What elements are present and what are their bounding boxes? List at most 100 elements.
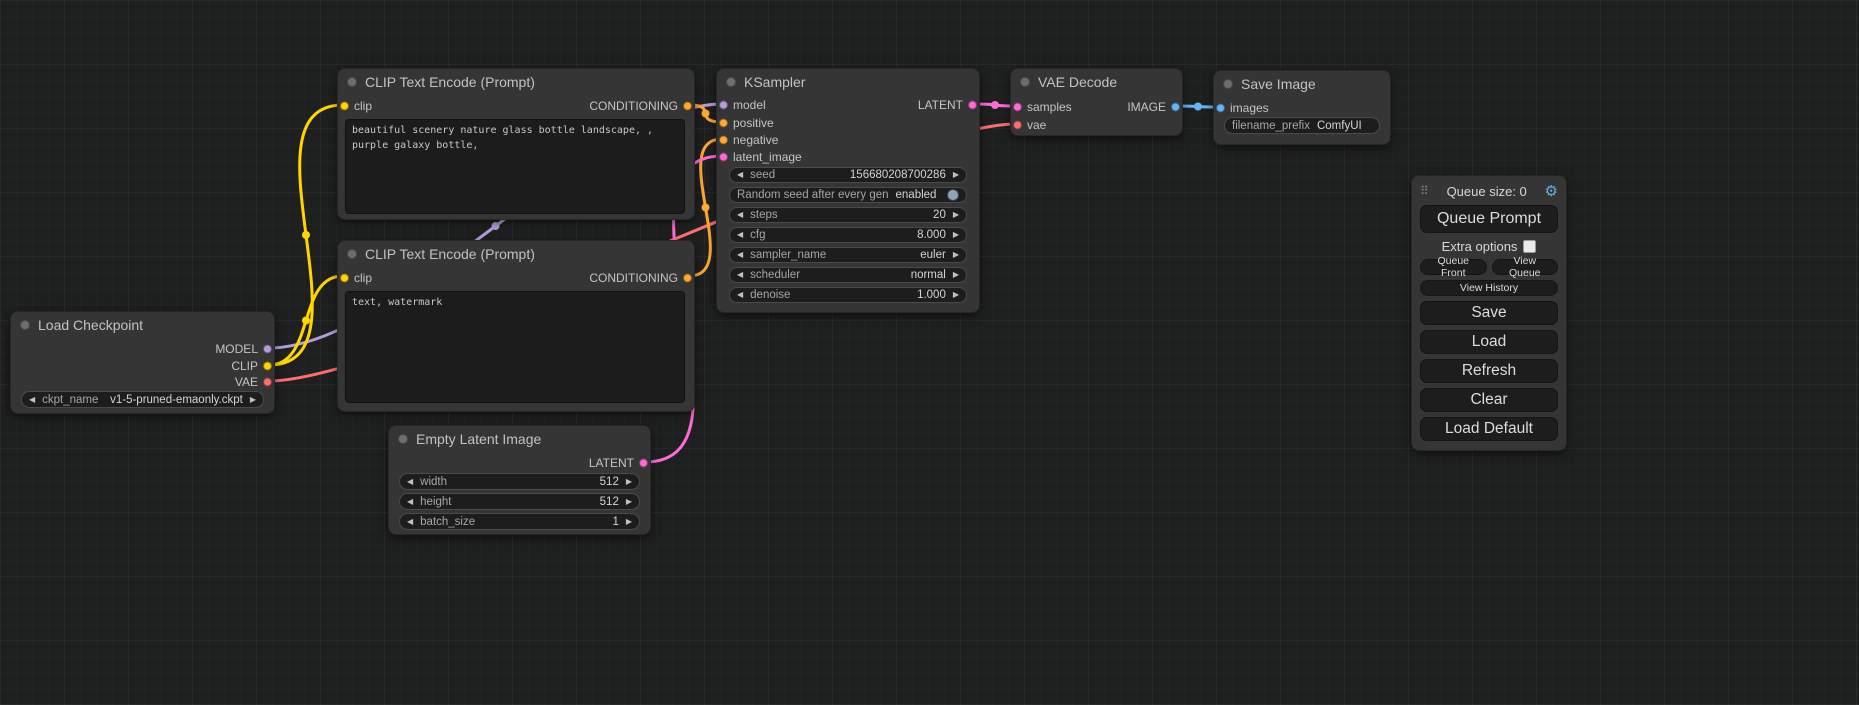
port-dot-vae[interactable] [1013,121,1022,130]
save-button[interactable]: Save [1420,301,1558,325]
input-port-images[interactable]: images [1214,100,1269,116]
collapse-toggle-icon[interactable] [1223,79,1233,89]
increment-arrow-icon[interactable]: ▶ [250,396,256,404]
link-midpoint-positive-conditioning-to-ksampler[interactable] [702,110,710,118]
port-dot-latent[interactable] [719,153,728,162]
collapse-toggle-icon[interactable] [347,77,357,87]
prompt-text-area[interactable]: beautiful scenery nature glass bottle la… [345,119,685,214]
queue-front-button[interactable]: Queue Front [1420,259,1487,275]
load-button[interactable]: Load [1420,330,1558,354]
input-port-latent-image[interactable]: latent_image [717,149,802,165]
link-midpoint-clip-to-negative-encode[interactable] [302,317,310,325]
port-dot-model[interactable] [263,345,272,354]
port-dot-clip[interactable] [340,274,349,283]
node-title-bar[interactable]: VAE Decode [1011,69,1182,95]
output-port-latent[interactable]: LATENT [918,97,979,113]
widget-denoise[interactable]: ◀ denoise 1.000 ▶ [729,287,967,303]
port-dot-model[interactable] [719,101,728,110]
collapse-toggle-icon[interactable] [20,320,30,330]
refresh-button[interactable]: Refresh [1420,359,1558,383]
output-port-latent[interactable]: LATENT [589,455,650,471]
widget-width[interactable]: ◀ width 512 ▶ [399,473,640,490]
node-clip-text-encode-negative[interactable]: CLIP Text Encode (Prompt) clip CONDITION… [337,240,695,412]
node-title-bar[interactable]: KSampler [717,69,979,95]
decrement-arrow-icon[interactable]: ◀ [737,171,743,179]
output-port-clip[interactable]: CLIP [231,358,274,374]
port-dot-clip[interactable] [340,102,349,111]
view-queue-button[interactable]: View Queue [1492,259,1559,275]
decrement-arrow-icon[interactable]: ◀ [737,251,743,259]
collapse-toggle-icon[interactable] [398,434,408,444]
widget-scheduler[interactable]: ◀ scheduler normal ▶ [729,267,967,283]
increment-arrow-icon[interactable]: ▶ [626,478,632,486]
increment-arrow-icon[interactable]: ▶ [953,251,959,259]
input-port-samples[interactable]: samples [1011,99,1072,115]
output-port-vae[interactable]: VAE [235,374,274,390]
node-title-bar[interactable]: CLIP Text Encode (Prompt) [338,241,694,267]
collapse-toggle-icon[interactable] [726,77,736,87]
decrement-arrow-icon[interactable]: ◀ [737,231,743,239]
clear-button[interactable]: Clear [1420,388,1558,412]
widget-filename-prefix[interactable]: filename_prefix ComfyUI [1224,117,1380,134]
node-load-checkpoint[interactable]: Load Checkpoint MODEL CLIP VAE ◀ ckpt_na… [10,311,275,414]
port-dot-conditioning[interactable] [683,102,692,111]
decrement-arrow-icon[interactable]: ◀ [407,498,413,506]
widget-random-seed-toggle[interactable]: Random seed after every gen enabled [729,187,967,203]
increment-arrow-icon[interactable]: ▶ [626,518,632,526]
graph-canvas[interactable]: Load Checkpoint MODEL CLIP VAE ◀ ckpt_na… [0,0,1859,705]
increment-arrow-icon[interactable]: ▶ [953,271,959,279]
link-midpoint-ksampler-latent-to-vae-decode[interactable] [991,101,999,109]
decrement-arrow-icon[interactable]: ◀ [737,211,743,219]
port-dot-conditioning[interactable] [683,274,692,283]
port-dot-conditioning[interactable] [719,119,728,128]
node-title-bar[interactable]: Empty Latent Image [389,426,650,452]
decrement-arrow-icon[interactable]: ◀ [29,396,35,404]
input-port-vae[interactable]: vae [1011,117,1046,133]
node-clip-text-encode-positive[interactable]: CLIP Text Encode (Prompt) clip CONDITION… [337,68,695,220]
increment-arrow-icon[interactable]: ▶ [953,291,959,299]
output-port-image[interactable]: IMAGE [1127,99,1182,115]
node-title-bar[interactable]: CLIP Text Encode (Prompt) [338,69,694,95]
extra-options-checkbox[interactable] [1523,240,1536,253]
link-midpoint-negative-conditioning-to-ksampler[interactable] [702,204,710,212]
link-midpoint-model-to-ksampler[interactable] [492,222,500,230]
link-midpoint-image-to-save-image[interactable] [1194,103,1202,111]
port-dot-image[interactable] [1216,104,1225,113]
port-dot-conditioning[interactable] [719,136,728,145]
input-port-clip[interactable]: clip [338,270,372,286]
port-dot-latent[interactable] [639,459,648,468]
node-ksampler[interactable]: KSampler model LATENT positive negative … [716,68,980,313]
decrement-arrow-icon[interactable]: ◀ [737,271,743,279]
node-title-bar[interactable]: Save Image [1214,71,1390,97]
widget-cfg[interactable]: ◀ cfg 8.000 ▶ [729,227,967,243]
port-dot-image[interactable] [1171,103,1180,112]
port-dot-latent[interactable] [1013,103,1022,112]
decrement-arrow-icon[interactable]: ◀ [407,518,413,526]
prompt-text-area[interactable]: text, watermark [345,291,685,403]
increment-arrow-icon[interactable]: ▶ [953,231,959,239]
decrement-arrow-icon[interactable]: ◀ [737,291,743,299]
node-empty-latent-image[interactable]: Empty Latent Image LATENT ◀ width 512 ▶ … [388,425,651,535]
node-title-bar[interactable]: Load Checkpoint [11,312,274,338]
increment-arrow-icon[interactable]: ▶ [953,211,959,219]
view-history-button[interactable]: View History [1420,280,1558,296]
widget-height[interactable]: ◀ height 512 ▶ [399,493,640,510]
node-vae-decode[interactable]: VAE Decode samples IMAGE vae [1010,68,1183,136]
port-dot-clip[interactable] [263,362,272,371]
widget-steps[interactable]: ◀ steps 20 ▶ [729,207,967,223]
widget-seed[interactable]: ◀ seed 156680208700286 ▶ [729,167,967,183]
widget-ckpt-name[interactable]: ◀ ckpt_name v1-5-pruned-emaonly.ckpt ▶ [21,391,264,408]
input-port-positive[interactable]: positive [717,115,774,131]
queue-prompt-button[interactable]: Queue Prompt [1420,205,1558,233]
output-port-model[interactable]: MODEL [215,341,274,357]
decrement-arrow-icon[interactable]: ◀ [407,478,413,486]
port-dot-vae[interactable] [263,378,272,387]
collapse-toggle-icon[interactable] [1020,77,1030,87]
input-port-negative[interactable]: negative [717,132,778,148]
link-midpoint-clip-to-positive-encode[interactable] [302,231,310,239]
toggle-knob-icon[interactable] [947,189,959,201]
input-port-model[interactable]: model [717,97,766,113]
widget-batch-size[interactable]: ◀ batch_size 1 ▶ [399,513,640,530]
input-port-clip[interactable]: clip [338,98,372,114]
drag-handle-icon[interactable]: ⠿ [1420,184,1429,198]
